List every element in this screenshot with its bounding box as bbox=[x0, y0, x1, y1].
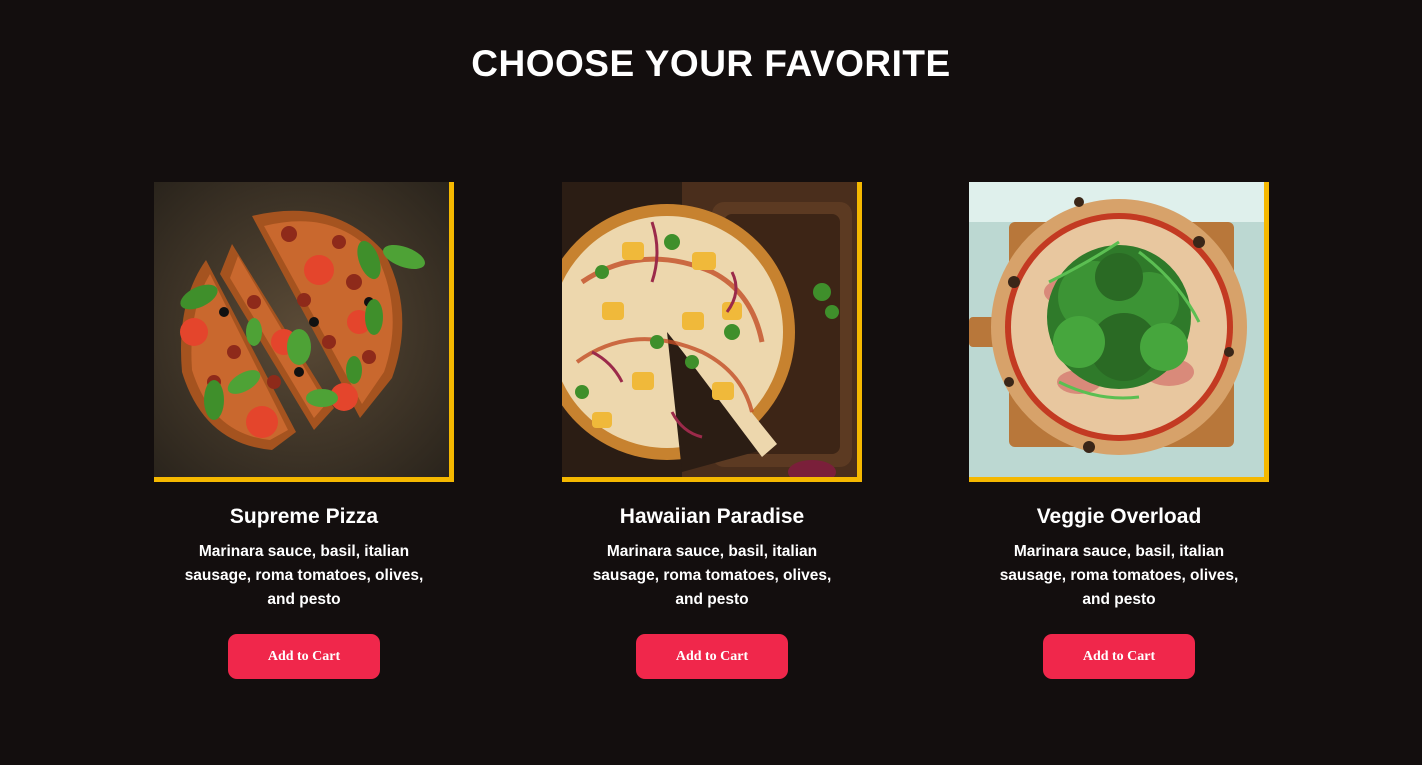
product-image[interactable] bbox=[154, 182, 454, 482]
supreme-pizza-image bbox=[154, 182, 449, 477]
product-name: Hawaiian Paradise bbox=[619, 505, 805, 528]
product-image[interactable] bbox=[969, 182, 1269, 482]
add-to-cart-button[interactable]: Add to Cart bbox=[228, 634, 380, 679]
product-name: Supreme Pizza bbox=[229, 505, 379, 528]
product-description: Marinara sauce, basil, italian sausage, … bbox=[999, 543, 1239, 608]
product-card-veggie: Veggie Overload Marinara sauce, basil, i… bbox=[969, 182, 1269, 679]
add-to-cart-button[interactable]: Add to Cart bbox=[636, 634, 788, 679]
product-card-supreme: Supreme Pizza Marinara sauce, basil, ita… bbox=[154, 182, 454, 679]
menu-section: CHOOSE YOUR FAVORITE Supreme Pizza Marin… bbox=[0, 0, 1422, 765]
add-to-cart-button[interactable]: Add to Cart bbox=[1043, 634, 1195, 679]
product-description: Marinara sauce, basil, italian sausage, … bbox=[592, 543, 832, 608]
product-card-hawaiian: Hawaiian Paradise Marinara sauce, basil,… bbox=[562, 182, 862, 679]
hawaiian-pizza-image bbox=[562, 182, 857, 477]
product-name: Veggie Overload bbox=[1036, 505, 1202, 528]
product-description: Marinara sauce, basil, italian sausage, … bbox=[184, 543, 424, 608]
product-image[interactable] bbox=[562, 182, 862, 482]
section-title: CHOOSE YOUR FAVORITE bbox=[471, 43, 951, 84]
veggie-pizza-image bbox=[969, 182, 1264, 477]
